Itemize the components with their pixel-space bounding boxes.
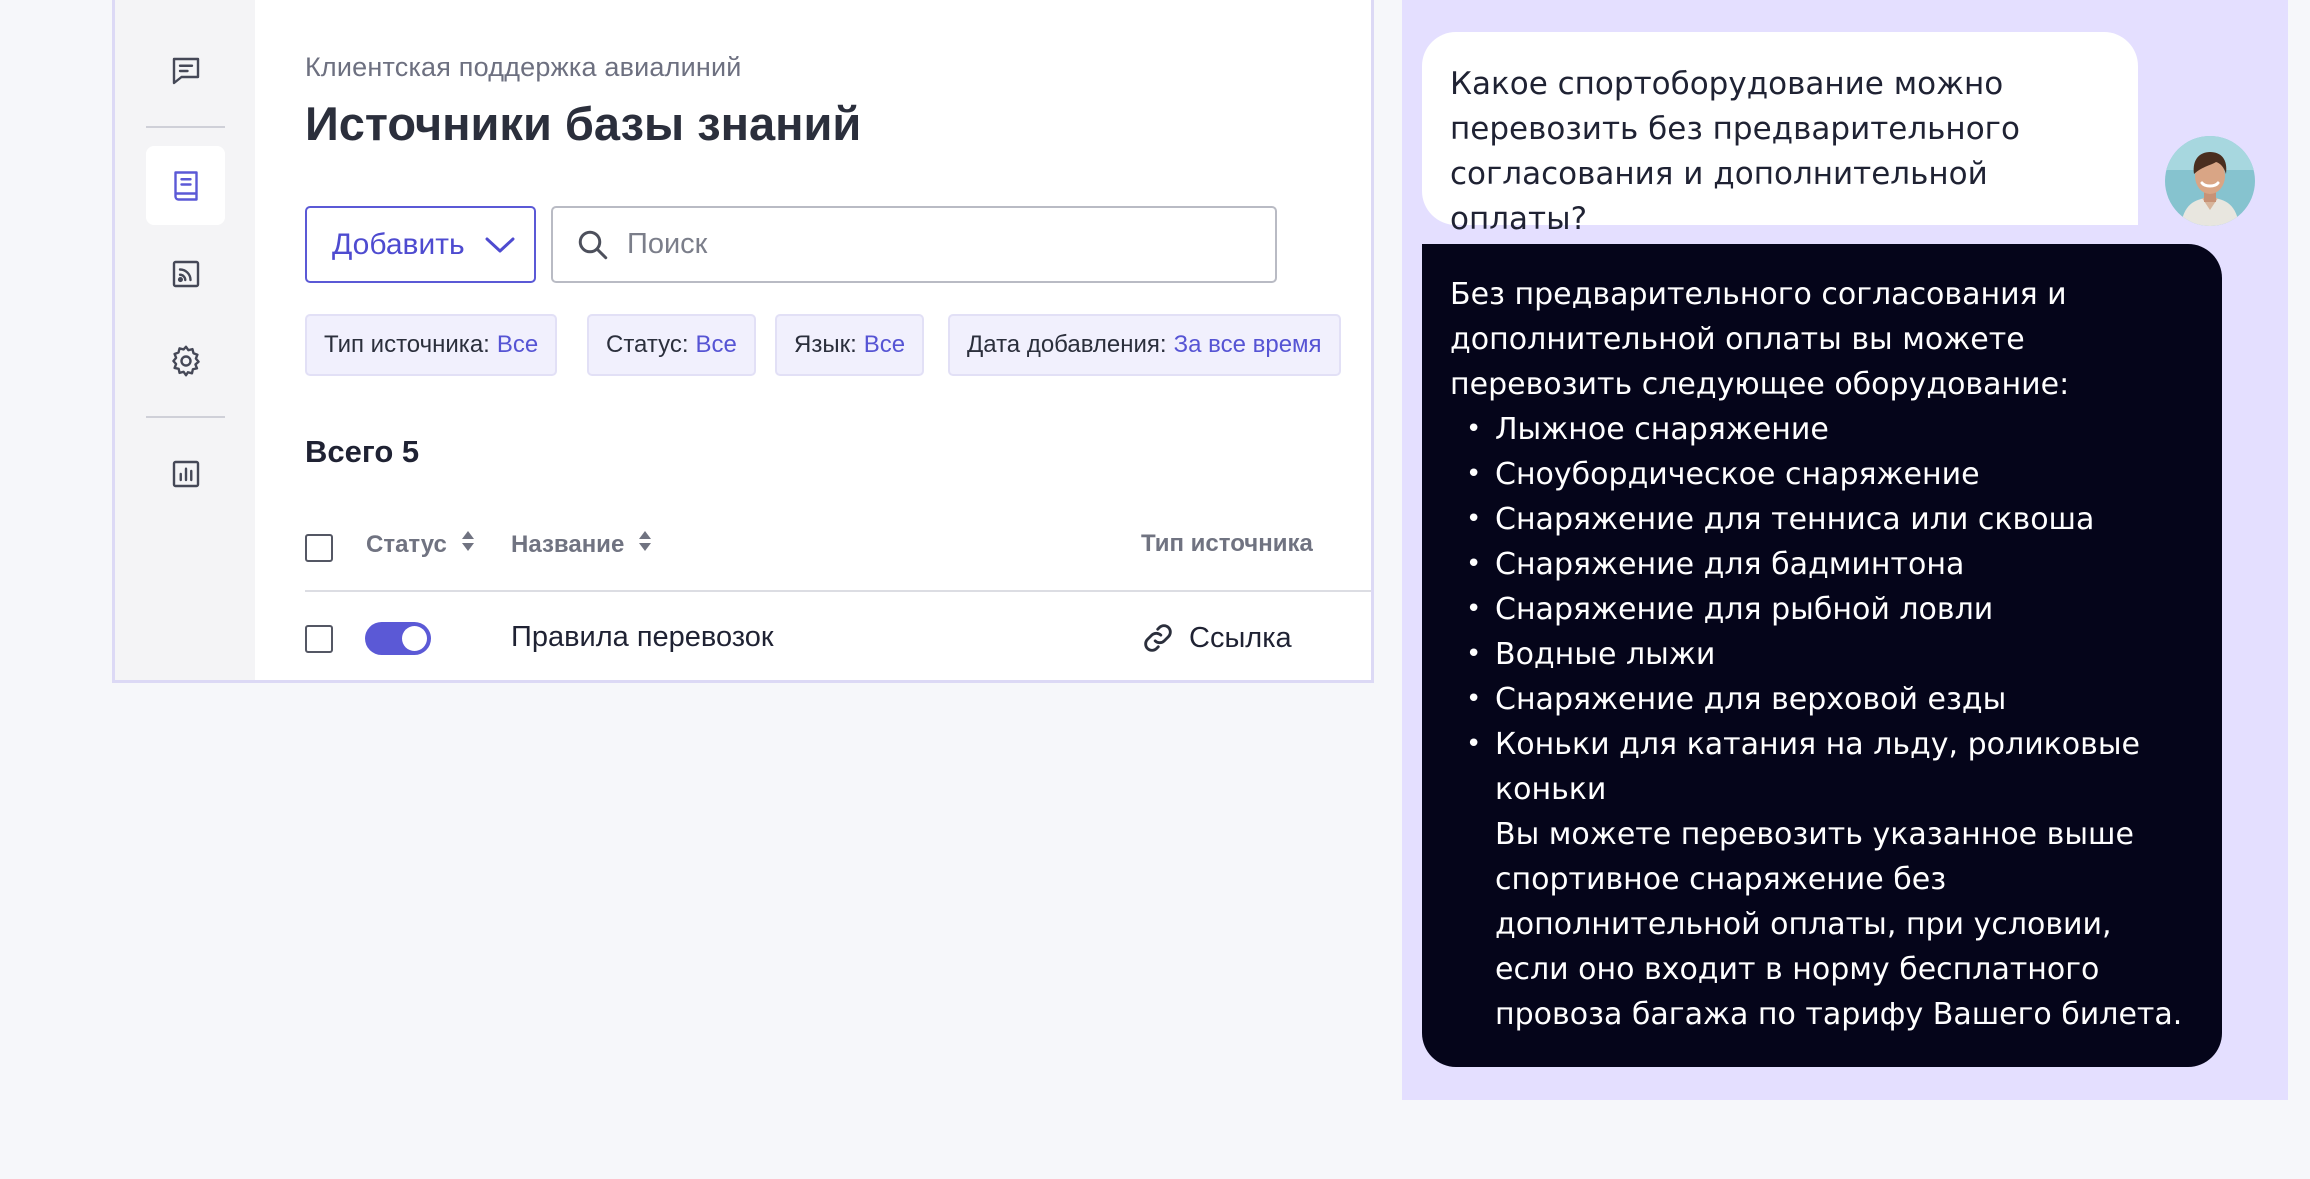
list-item: Водные лыжи [1466, 632, 2194, 677]
bar-chart-icon [172, 460, 199, 487]
sidebar-item-settings[interactable] [146, 321, 225, 400]
main-content: Клиентская поддержка авиалиний Источники… [305, 0, 1371, 680]
sidebar-item-analytics[interactable] [146, 434, 225, 513]
list-item: Коньки для катания на льду, роликовые ко… [1466, 722, 2194, 812]
search-box[interactable] [551, 206, 1277, 283]
breadcrumb[interactable]: Клиентская поддержка авиалиний [305, 52, 742, 83]
add-button-label: Добавить [332, 227, 465, 261]
column-header-name[interactable]: Название [511, 530, 652, 559]
list-item: Снаряжение для тенниса или сквоша [1466, 497, 2194, 542]
filter-label: Дата добавления: [967, 331, 1167, 358]
gear-icon [171, 345, 200, 376]
filter-status[interactable]: Статус: Все [587, 314, 756, 376]
sort-icon [461, 530, 475, 559]
filter-value: Все [863, 331, 906, 358]
list-item: Снаряжение для бадминтона [1466, 542, 2194, 587]
book-icon [173, 170, 198, 201]
equipment-list: Лыжное снаряжение Сноубордическое снаряж… [1466, 407, 2194, 812]
assistant-closing: Вы можете перевозить указанное выше спор… [1495, 817, 2183, 1032]
chevron-down-icon [485, 237, 515, 252]
column-header-status[interactable]: Статус [366, 530, 475, 559]
column-header-source-type: Тип источника [1141, 530, 1313, 558]
filter-label: Статус: [606, 331, 689, 358]
list-item: Сноубордическое снаряжение [1466, 452, 2194, 497]
chat-icon [172, 57, 199, 84]
sort-icon [638, 530, 652, 559]
select-all-checkbox[interactable] [305, 534, 333, 562]
user-avatar [2165, 136, 2255, 226]
list-item: Снаряжение для верховой езды [1466, 677, 2194, 722]
filter-value: Все [496, 331, 539, 358]
source-name[interactable]: Правила перевозок [511, 621, 774, 654]
user-message: Какое спортоборудование можно перевозить… [1422, 32, 2138, 237]
sidebar [115, 0, 255, 680]
column-header-label: Статус [366, 530, 447, 558]
filter-value: Все [695, 331, 737, 358]
filter-source-type[interactable]: Тип источника: Все [305, 314, 558, 376]
assistant-message: Без предварительного согласования и допо… [1422, 244, 2222, 1067]
filter-language[interactable]: Язык: Все [775, 314, 925, 376]
search-icon [578, 230, 608, 259]
assistant-intro: Без предварительного согласования и допо… [1450, 277, 2070, 402]
filter-value: За все время [1173, 331, 1322, 358]
page-title: Источники базы знаний [305, 97, 862, 150]
filter-date-added[interactable]: Дата добавления: За все время [948, 314, 1341, 376]
row-checkbox[interactable] [305, 625, 333, 653]
sidebar-item-feeds[interactable] [146, 234, 225, 313]
filter-label: Тип источника: [324, 331, 490, 358]
sidebar-divider [146, 416, 225, 418]
chat-panel: Какое спортоборудование можно перевозить… [1402, 0, 2288, 1100]
list-item: Снаряжение для рыбной ловли [1466, 587, 2194, 632]
link-icon [1144, 624, 1172, 652]
list-item: Лыжное снаряжение [1466, 407, 2194, 452]
screen: Клиентская поддержка авиалиний Источники… [0, 0, 2310, 1179]
search-input[interactable] [627, 228, 1227, 261]
column-header-label: Название [511, 530, 625, 558]
add-source-button[interactable]: Добавить [305, 206, 536, 283]
status-toggle[interactable] [365, 622, 431, 655]
rss-icon [172, 260, 199, 287]
knowledge-base-panel: Клиентская поддержка авиалиний Источники… [112, 0, 1374, 683]
sidebar-item-knowledge-base[interactable] [146, 146, 225, 225]
filter-label: Язык: [794, 331, 857, 358]
sidebar-divider [146, 126, 225, 128]
table-divider [305, 590, 1371, 592]
source-type-label: Ссылка [1189, 621, 1292, 654]
sidebar-item-chats[interactable] [146, 31, 225, 110]
total-count: Всего 5 [305, 434, 420, 469]
source-type-cell: Ссылка [1141, 621, 1292, 655]
column-header-label: Тип источника [1141, 530, 1313, 557]
